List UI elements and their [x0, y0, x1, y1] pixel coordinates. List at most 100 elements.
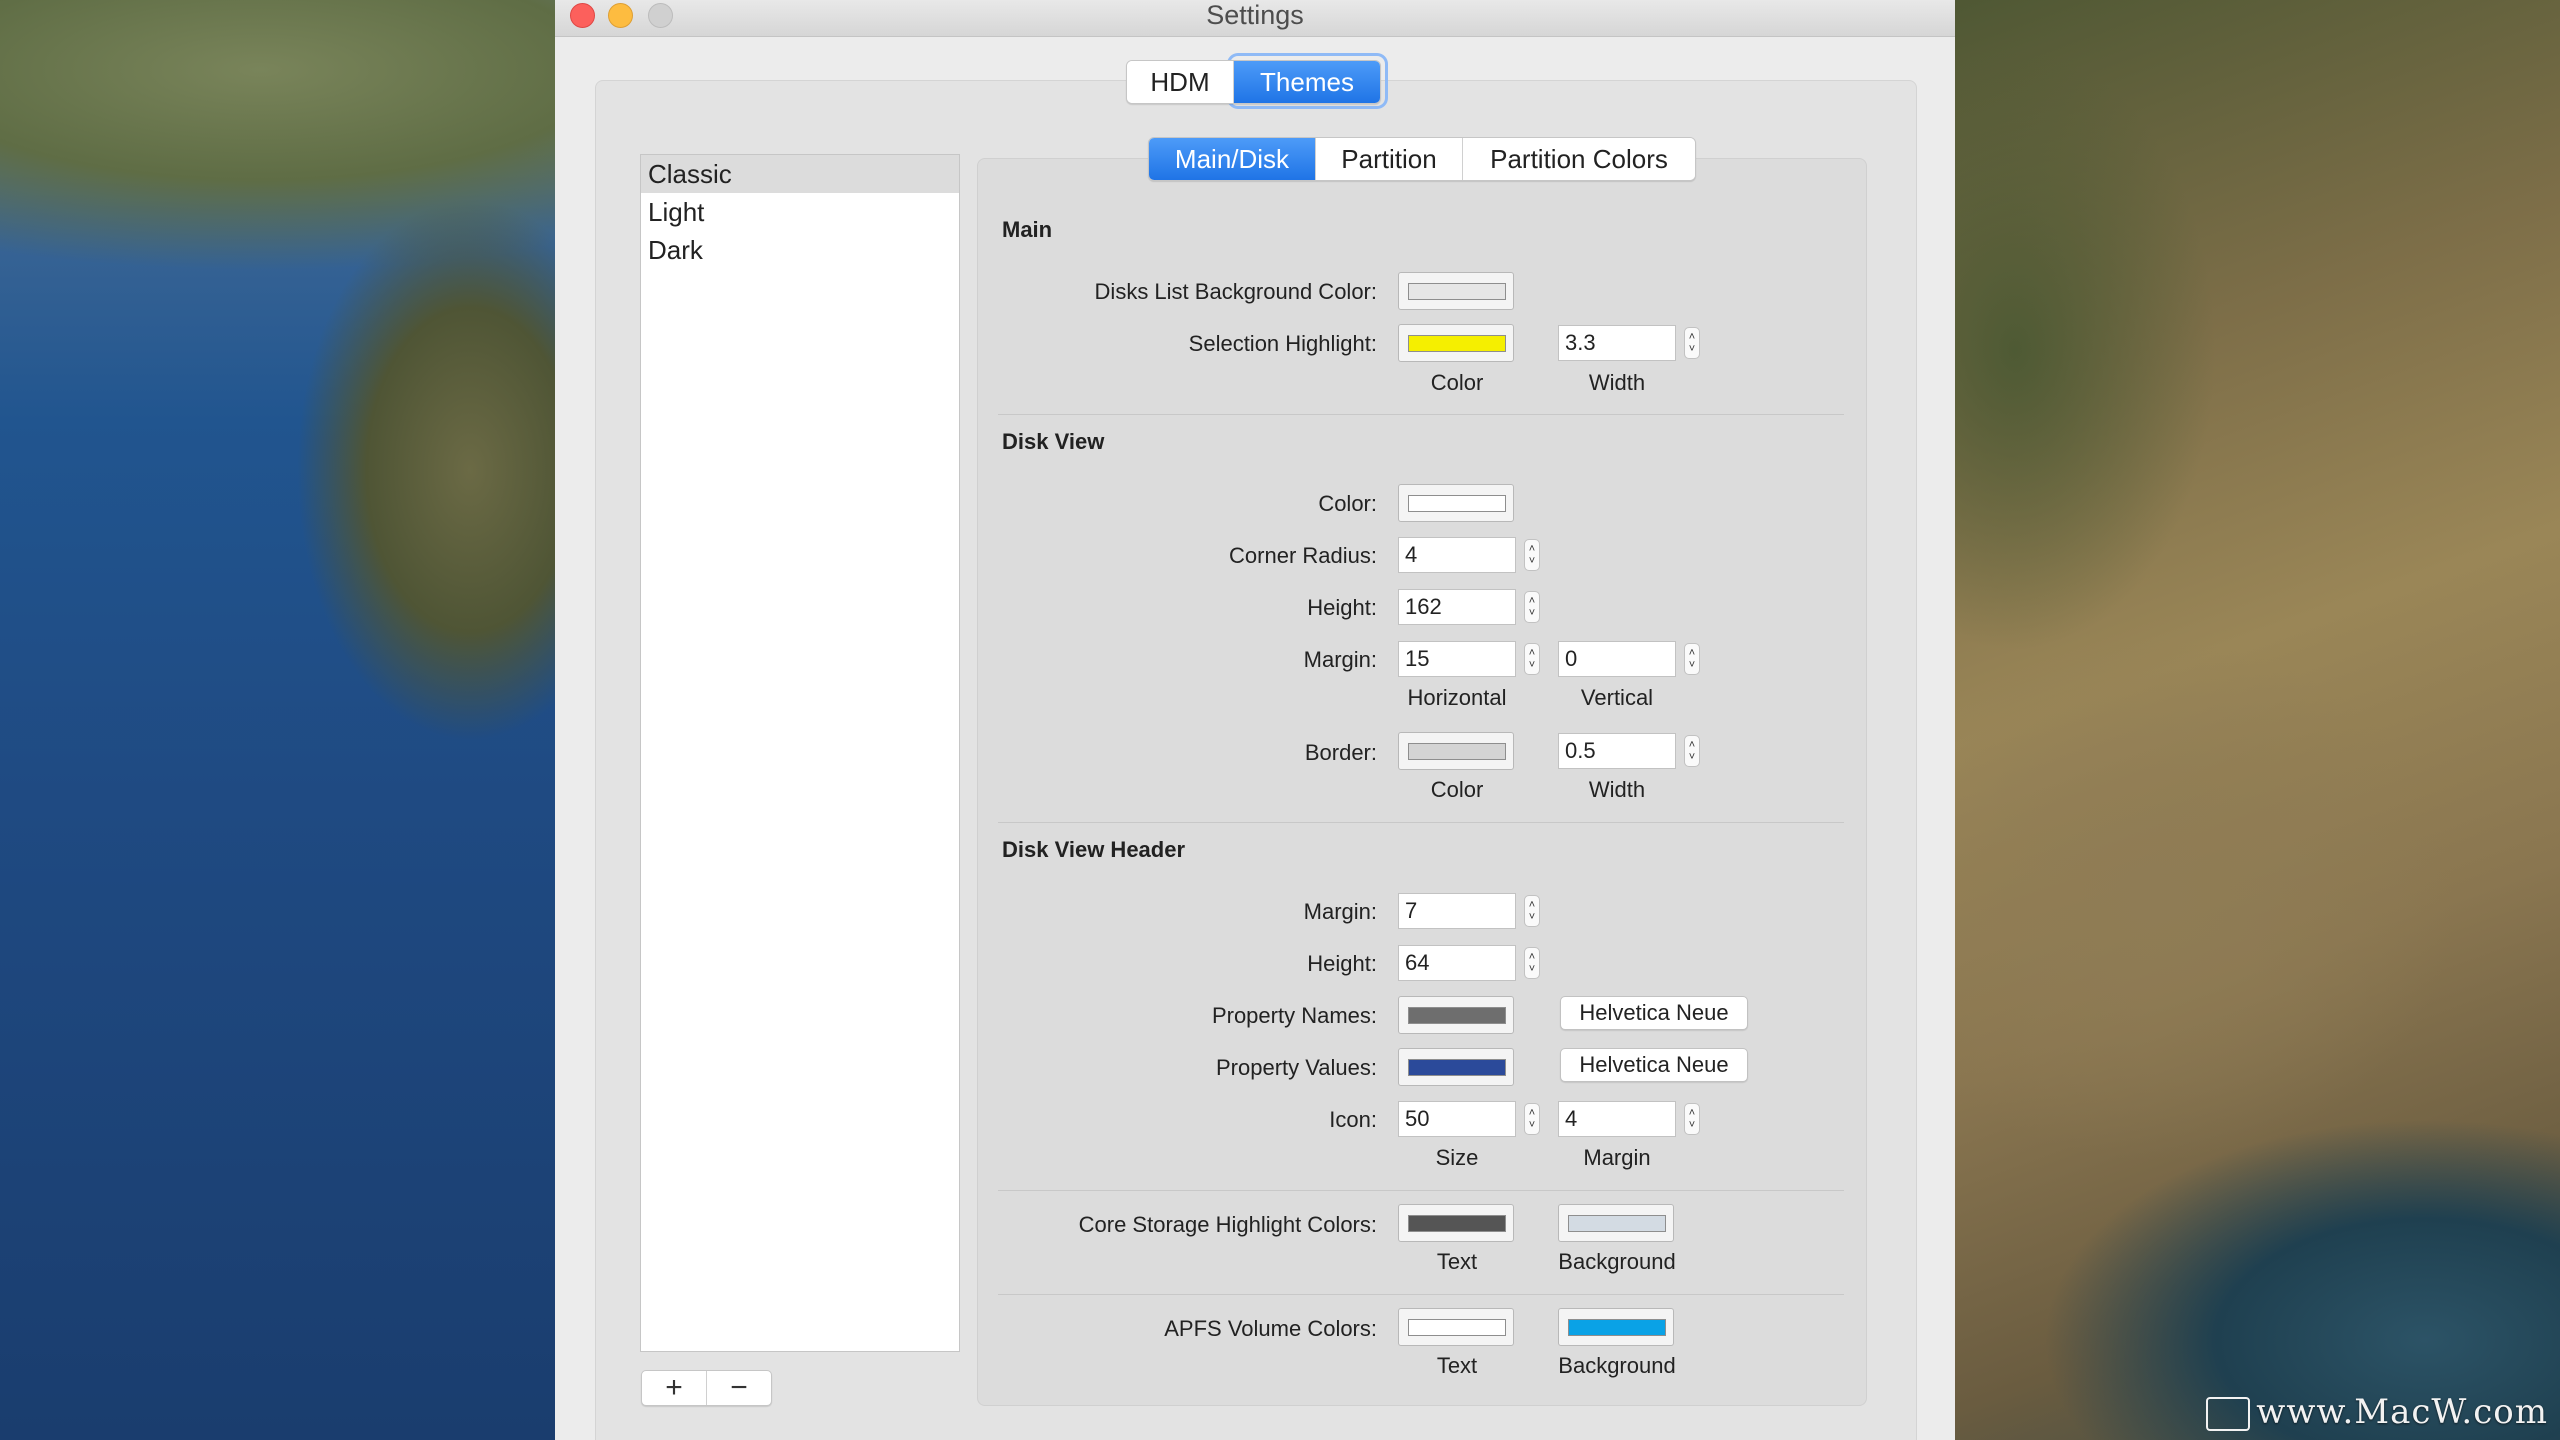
disks-list-bg-color-well[interactable] — [1398, 272, 1514, 310]
background-caption: Background — [1558, 1353, 1676, 1378]
background-caption: Background — [1558, 1249, 1676, 1274]
stepper-up-icon: ˄ — [1528, 951, 1536, 963]
section-title-disk-view: Disk View — [1002, 429, 1105, 454]
color-swatch — [1408, 495, 1506, 512]
disk-view-color-well[interactable] — [1398, 484, 1514, 522]
corner-radius-stepper[interactable]: ˄ ˅ — [1524, 539, 1540, 571]
icon-margin-stepper[interactable]: ˄ ˅ — [1684, 1103, 1700, 1135]
margin-horizontal-field[interactable]: 15 — [1398, 641, 1516, 677]
border-width-field[interactable]: 0.5 — [1558, 733, 1676, 769]
stepper-up-icon: ˄ — [1528, 1107, 1536, 1119]
theme-list[interactable]: Classic Light Dark — [640, 154, 960, 1352]
stepper-up-icon: ˄ — [1528, 543, 1536, 555]
add-theme-button[interactable]: + — [642, 1371, 707, 1405]
color-swatch — [1408, 743, 1506, 760]
property-names-font-button[interactable]: Helvetica Neue — [1560, 996, 1748, 1030]
title-bar[interactable]: Settings — [555, 0, 1955, 37]
tab-themes[interactable]: Themes — [1234, 61, 1380, 103]
divider — [998, 414, 1844, 415]
border-width-stepper[interactable]: ˄ ˅ — [1684, 735, 1700, 767]
header-height-field[interactable]: 64 — [1398, 945, 1516, 981]
theme-item-light[interactable]: Light — [641, 193, 959, 231]
color-swatch — [1408, 1319, 1506, 1336]
selection-highlight-width-stepper[interactable]: ˄ ˅ — [1684, 327, 1700, 359]
section-title-main: Main — [1002, 217, 1053, 242]
color-swatch — [1408, 1215, 1506, 1232]
icon-label: Icon: — [1329, 1107, 1377, 1132]
monitor-icon — [2206, 1397, 2251, 1431]
stepper-up-icon: ˄ — [1688, 647, 1696, 659]
theme-item-classic[interactable]: Classic — [641, 155, 959, 193]
desktop-wallpaper-left — [0, 0, 555, 1440]
corner-radius-label: Corner Radius: — [1229, 543, 1377, 568]
icon-size-field[interactable]: 50 — [1398, 1101, 1516, 1137]
stepper-down-icon: ˅ — [1528, 1119, 1536, 1131]
color-caption: Color — [1430, 370, 1484, 395]
tab-main-disk[interactable]: Main/Disk — [1149, 138, 1316, 180]
stepper-down-icon: ˅ — [1528, 963, 1536, 975]
remove-theme-button[interactable]: − — [707, 1371, 771, 1405]
disks-list-bg-label: Disks List Background Color: — [1094, 279, 1377, 304]
top-tab-control: HDM Themes — [1126, 60, 1381, 104]
margin-horizontal-stepper[interactable]: ˄ ˅ — [1524, 643, 1540, 675]
apfs-text-color-well[interactable] — [1398, 1308, 1514, 1346]
stepper-up-icon: ˄ — [1528, 595, 1536, 607]
tab-partition-colors[interactable]: Partition Colors — [1463, 138, 1695, 180]
color-swatch — [1568, 1215, 1666, 1232]
border-label: Border: — [1304, 740, 1377, 765]
disk-view-height-stepper[interactable]: ˄ ˅ — [1524, 591, 1540, 623]
margin-vertical-field[interactable]: 0 — [1558, 641, 1676, 677]
margin-caption: Margin — [1583, 1145, 1651, 1170]
stepper-down-icon: ˅ — [1688, 343, 1696, 355]
header-margin-field[interactable]: 7 — [1398, 893, 1516, 929]
theme-item-dark[interactable]: Dark — [641, 231, 959, 269]
stepper-up-icon: ˄ — [1528, 899, 1536, 911]
property-names-label: Property Names: — [1211, 1003, 1377, 1028]
margin-vertical-stepper[interactable]: ˄ ˅ — [1684, 643, 1700, 675]
disk-view-height-field[interactable]: 162 — [1398, 589, 1516, 625]
icon-size-stepper[interactable]: ˄ ˅ — [1524, 1103, 1540, 1135]
stepper-up-icon: ˄ — [1688, 1107, 1696, 1119]
color-swatch — [1408, 335, 1506, 352]
stepper-down-icon: ˅ — [1528, 911, 1536, 923]
selection-highlight-label: Selection Highlight: — [1188, 331, 1377, 356]
tab-partition[interactable]: Partition — [1316, 138, 1463, 180]
disk-view-height-label: Height: — [1307, 595, 1377, 620]
watermark-text: www.MacW.com — [2256, 1392, 2548, 1432]
icon-margin-field[interactable]: 4 — [1558, 1101, 1676, 1137]
property-values-color-well[interactable] — [1398, 1048, 1514, 1086]
width-caption: Width — [1588, 370, 1646, 395]
window-title: Settings — [1206, 0, 1304, 30]
property-values-font-button[interactable]: Helvetica Neue — [1560, 1048, 1748, 1082]
text-caption: Text — [1436, 1353, 1478, 1378]
header-margin-stepper[interactable]: ˄ ˅ — [1524, 895, 1540, 927]
color-swatch — [1408, 1007, 1506, 1024]
color-swatch — [1568, 1319, 1666, 1336]
corner-radius-field[interactable]: 4 — [1398, 537, 1516, 573]
horizontal-caption: Horizontal — [1407, 685, 1507, 710]
color-swatch — [1408, 283, 1506, 300]
property-names-color-well[interactable] — [1398, 996, 1514, 1034]
header-margin-label: Margin: — [1303, 899, 1377, 924]
sub-tab-control: Main/Disk Partition Partition Colors — [1148, 137, 1696, 181]
core-storage-label: Core Storage Highlight Colors: — [1078, 1212, 1377, 1237]
width-caption: Width — [1588, 777, 1646, 802]
desktop-wallpaper-right: www.MacW.com — [1955, 0, 2560, 1440]
apfs-background-color-well[interactable] — [1558, 1308, 1674, 1346]
selection-highlight-color-well[interactable] — [1398, 324, 1514, 362]
stepper-up-icon: ˄ — [1688, 739, 1696, 751]
core-storage-text-color-well[interactable] — [1398, 1204, 1514, 1242]
disk-view-margin-label: Margin: — [1303, 647, 1377, 672]
apfs-volume-colors-label: APFS Volume Colors: — [1164, 1316, 1377, 1341]
list-buttons: + − — [641, 1370, 772, 1406]
core-storage-background-color-well[interactable] — [1558, 1204, 1674, 1242]
color-caption: Color — [1430, 777, 1484, 802]
tab-hdm[interactable]: HDM — [1127, 61, 1234, 103]
stepper-down-icon: ˅ — [1688, 751, 1696, 763]
border-color-well[interactable] — [1398, 732, 1514, 770]
color-swatch — [1408, 1059, 1506, 1076]
stepper-up-icon: ˄ — [1688, 331, 1696, 343]
selection-highlight-width-field[interactable]: 3.3 — [1558, 325, 1676, 361]
header-height-stepper[interactable]: ˄ ˅ — [1524, 947, 1540, 979]
vertical-caption: Vertical — [1580, 685, 1654, 710]
